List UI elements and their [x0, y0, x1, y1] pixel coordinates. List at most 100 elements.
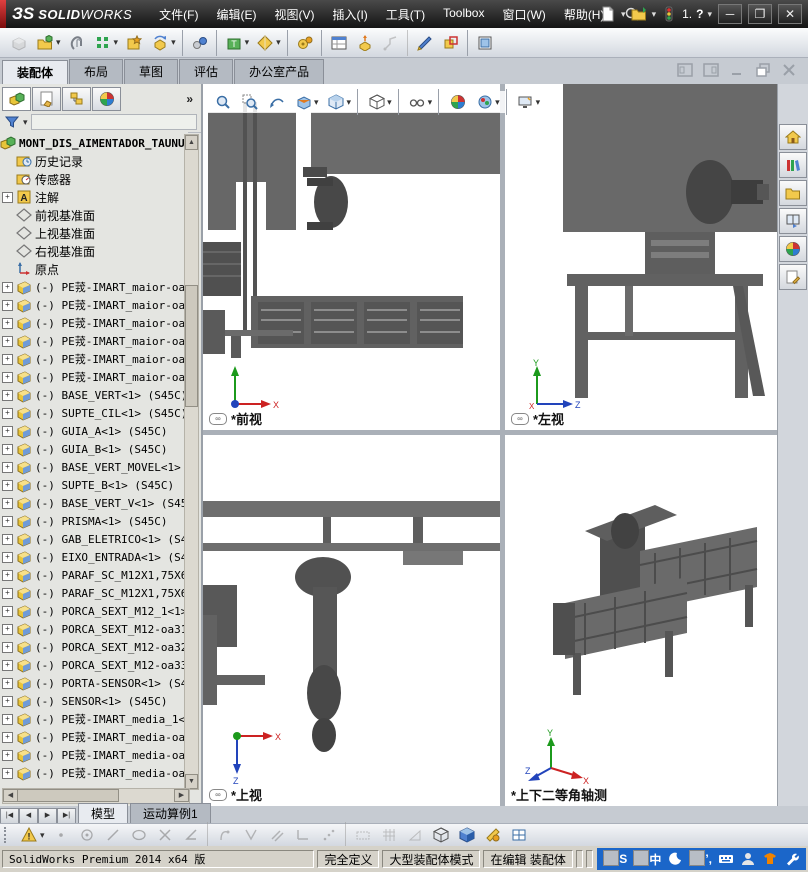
- ime-item[interactable]: ’,: [689, 849, 712, 867]
- open-document-icon[interactable]: [630, 5, 648, 23]
- toolbar-button[interactable]: ▾: [326, 30, 352, 56]
- sketch-tool-button[interactable]: ▾: [454, 822, 480, 848]
- sketch-tool-button[interactable]: ▾: [126, 822, 152, 848]
- component-row[interactable]: + (-) GUIA_B<1> (S45C): [0, 440, 188, 458]
- task-pane-button[interactable]: [779, 152, 807, 178]
- ime-item[interactable]: [784, 851, 800, 867]
- expand-icon[interactable]: +: [2, 461, 13, 473]
- expand-icon[interactable]: +: [2, 767, 13, 779]
- ime-item[interactable]: 中: [633, 849, 661, 867]
- view-tool-button[interactable]: ▾: [472, 89, 507, 115]
- toolbar-button[interactable]: ▾: [292, 29, 322, 56]
- restore-button[interactable]: ❐: [748, 4, 772, 24]
- expand-icon[interactable]: +: [2, 695, 13, 707]
- component-row[interactable]: + (-) PE茙-IMART_maior-oa2: [0, 278, 188, 296]
- view-tool-button[interactable]: ▾: [291, 89, 322, 115]
- viewport-left[interactable]: Y Z X ∞ *左视: [505, 84, 778, 430]
- component-row[interactable]: + (-) GAB_ELETRICO<1> (S45: [0, 530, 188, 548]
- command-tab[interactable]: 布局: [69, 59, 124, 84]
- expand-icon[interactable]: +: [2, 497, 13, 509]
- expand-icon[interactable]: +: [2, 191, 13, 203]
- view-tool-button[interactable]: ▾: [324, 89, 359, 115]
- view-tool-button[interactable]: ▾: [210, 89, 235, 115]
- sketch-tool-button[interactable]: ▾: [428, 822, 454, 848]
- component-row[interactable]: + (-) PE茙-IMART_maior-oa2: [0, 296, 188, 314]
- split-right-icon[interactable]: [702, 62, 720, 78]
- view-tool-button[interactable]: ▾: [264, 89, 289, 115]
- help-dropdown[interactable]: ▾: [707, 9, 712, 20]
- toolbar-button[interactable]: ▾: [147, 29, 183, 56]
- task-pane-button[interactable]: [779, 236, 807, 262]
- sketch-tool-button[interactable]: ▾: [376, 822, 402, 848]
- tree-item[interactable]: + A 注解: [0, 188, 188, 206]
- scroll-thumb[interactable]: [17, 789, 119, 802]
- tree-item[interactable]: + 历史记录: [0, 152, 188, 170]
- component-row[interactable]: + (-) BASE_VERT_MOVEL<1> (: [0, 458, 188, 476]
- toolbar-button[interactable]: T ▾: [221, 30, 253, 56]
- ime-item[interactable]: [718, 851, 734, 867]
- component-row[interactable]: + (-) PE茙-IMART_maior-oa2: [0, 350, 188, 368]
- component-row[interactable]: + (-) PORCA_SEXT_M12-oa33<: [0, 656, 188, 674]
- sketch-tool-button[interactable]: ▾: [316, 822, 346, 848]
- toolbar-button[interactable]: ▾: [64, 30, 90, 56]
- component-row[interactable]: + (-) PE茙-IMART_maior-oa2: [0, 368, 188, 386]
- menu-item[interactable]: 视图(V): [265, 2, 323, 27]
- toolbar-button[interactable]: ▾: [472, 30, 498, 56]
- graphics-area[interactable]: X ∞ *前视 Y Z X ∞ *左视 X Z ∞ *上视 Y X Z *上下二…: [203, 84, 778, 806]
- expand-icon[interactable]: +: [2, 713, 13, 725]
- sketch-tool-button[interactable]: ▾: [480, 822, 506, 848]
- menu-item[interactable]: 工具(T): [377, 2, 434, 27]
- expand-icon[interactable]: +: [2, 425, 13, 437]
- menu-item[interactable]: 插入(I): [323, 2, 376, 27]
- toolbar-grip[interactable]: [4, 827, 10, 843]
- expand-icon[interactable]: +: [2, 587, 13, 599]
- expand-icon[interactable]: +: [2, 569, 13, 581]
- toolbar-button[interactable]: ▾: [378, 29, 408, 56]
- component-row[interactable]: + (-) PE茙-IMART_media-oa3: [0, 764, 188, 782]
- scroll-up-arrow[interactable]: ▲: [185, 135, 198, 150]
- command-tab[interactable]: 草图: [124, 59, 179, 84]
- scroll-right-arrow[interactable]: ▶: [174, 789, 189, 802]
- scroll-thumb[interactable]: [185, 285, 198, 407]
- vertical-splitter[interactable]: [500, 84, 505, 806]
- scroll-left-arrow[interactable]: ◀: [3, 789, 18, 802]
- tree-item[interactable]: + 前视基准面: [0, 206, 188, 224]
- expand-icon[interactable]: +: [2, 443, 13, 455]
- expand-icon[interactable]: +: [2, 299, 13, 311]
- view-tool-button[interactable]: ▾: [237, 89, 262, 115]
- task-pane-button[interactable]: [779, 264, 807, 290]
- view-tool-button[interactable]: ▾: [445, 89, 470, 115]
- expand-icon[interactable]: +: [2, 623, 13, 635]
- task-pane-button[interactable]: [779, 180, 807, 206]
- menu-item[interactable]: 编辑(E): [207, 2, 265, 27]
- toolbar-button[interactable]: ▾: [6, 30, 32, 56]
- tree-root-row[interactable]: MONT_DIS_AIMENTADOR_TAUNUS_: [0, 134, 188, 152]
- close-button[interactable]: ✕: [778, 4, 802, 24]
- toolbar-button[interactable]: ▾: [438, 29, 468, 56]
- viewport-front[interactable]: X ∞ *前视: [203, 84, 500, 430]
- view-tool-button[interactable]: ▾: [513, 89, 544, 115]
- sketch-tool-button[interactable]: ▾: [402, 822, 428, 848]
- expand-icon[interactable]: +: [2, 335, 13, 347]
- component-row[interactable]: + (-) BASE_VERT_V<1> (S45C: [0, 494, 188, 512]
- component-row[interactable]: + (-) PE茙-IMART_maior-oa2: [0, 332, 188, 350]
- ime-item[interactable]: [667, 851, 683, 867]
- component-row[interactable]: + (-) PRISMA<1> (S45C): [0, 512, 188, 530]
- sketch-tool-button[interactable]: ▾: [178, 822, 208, 848]
- sketch-tool-button[interactable]: ▾: [74, 822, 100, 848]
- expand-icon[interactable]: +: [2, 479, 13, 491]
- command-tab[interactable]: 办公室产品: [234, 59, 325, 84]
- menu-item[interactable]: 窗口(W): [493, 2, 554, 27]
- component-row[interactable]: + (-) PE茙-IMART_media-oa3: [0, 746, 188, 764]
- command-tab[interactable]: 装配体: [2, 60, 69, 85]
- expand-icon[interactable]: +: [2, 353, 13, 365]
- component-row[interactable]: + (-) PORCA_SEXT_M12-oa31<: [0, 620, 188, 638]
- view-tool-button[interactable]: ▾: [405, 89, 440, 115]
- tree-vertical-scrollbar[interactable]: ▲ ▼: [184, 134, 199, 790]
- split-left-icon[interactable]: [676, 62, 694, 78]
- task-pane-button[interactable]: [779, 208, 807, 234]
- sketch-tool-button[interactable]: ▾: [48, 822, 74, 848]
- toolbar-button[interactable]: ▾: [412, 30, 438, 56]
- expand-icon[interactable]: +: [2, 317, 13, 329]
- expand-icon[interactable]: +: [2, 407, 13, 419]
